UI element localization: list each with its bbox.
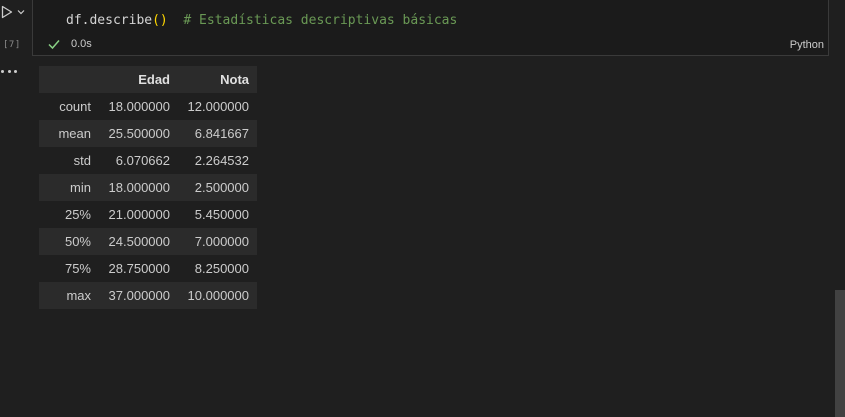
cell-edad: 18.000000 xyxy=(108,99,170,114)
execution-duration: 0.0s xyxy=(71,38,92,50)
table-row: mean 25.500000 6.841667 xyxy=(39,120,257,147)
row-index: 75% xyxy=(64,261,91,276)
cell-status: 0.0s xyxy=(47,37,92,51)
cell-nota: 2.264532 xyxy=(194,153,249,168)
more-icon-dot xyxy=(14,69,17,73)
cell-nota: 2.500000 xyxy=(194,180,249,195)
execution-count: [7] xyxy=(3,40,21,50)
cell-edad: 28.750000 xyxy=(108,261,170,276)
column-header-edad: Edad xyxy=(138,72,170,87)
row-index: 50% xyxy=(64,234,91,249)
column-header-nota: Nota xyxy=(220,72,249,87)
cell-nota: 12.000000 xyxy=(187,99,249,114)
row-index: 25% xyxy=(64,207,91,222)
code-close-paren: ) xyxy=(159,13,168,28)
cell-nota: 6.841667 xyxy=(194,126,249,141)
table-row: 50% 24.500000 7.000000 xyxy=(39,228,257,255)
cell-edad: 6.070662 xyxy=(115,153,170,168)
play-icon xyxy=(1,5,13,19)
code-editor-line[interactable]: df.describe() # Estadísticas descriptiva… xyxy=(66,13,457,28)
cell-edad: 18.000000 xyxy=(108,180,170,195)
more-icon-dot xyxy=(7,69,11,73)
cell-edad: 37.000000 xyxy=(108,288,170,303)
cell-nota: 7.000000 xyxy=(194,234,249,249)
chevron-down-icon xyxy=(17,10,25,15)
row-index: max xyxy=(66,288,91,303)
notebook-page: [7] df.describe() # Estadísticas descrip… xyxy=(0,0,845,417)
check-icon xyxy=(48,40,60,50)
cell-nota: 5.450000 xyxy=(194,207,249,222)
table-row: count 18.000000 12.000000 xyxy=(39,93,257,120)
output-more-button[interactable] xyxy=(1,66,17,76)
row-index: std xyxy=(73,153,91,168)
cell-edad: 24.500000 xyxy=(108,234,170,249)
cell-language-picker[interactable]: Python xyxy=(790,39,824,51)
run-cell-button[interactable] xyxy=(0,4,14,20)
index-header xyxy=(39,66,99,93)
code-cell[interactable]: df.describe() # Estadísticas descriptiva… xyxy=(32,0,829,56)
code-comment: # Estadísticas descriptivas básicas xyxy=(183,13,458,28)
row-index: min xyxy=(70,180,91,195)
table-row: max 37.000000 10.000000 xyxy=(39,282,257,309)
describe-table: Edad Nota count 18.000000 12.000000 mean… xyxy=(39,66,257,309)
table-row: std 6.070662 2.264532 xyxy=(39,147,257,174)
table-row: min 18.000000 2.500000 xyxy=(39,174,257,201)
row-index: count xyxy=(59,99,91,114)
table-row: 75% 28.750000 8.250000 xyxy=(39,255,257,282)
row-index: mean xyxy=(58,126,91,141)
cell-output: Edad Nota count 18.000000 12.000000 mean… xyxy=(39,66,257,309)
vertical-scrollbar[interactable] xyxy=(835,290,845,417)
cell-edad: 21.000000 xyxy=(108,207,170,222)
cell-edad: 25.500000 xyxy=(108,126,170,141)
run-options-button[interactable] xyxy=(16,5,26,17)
code-call: df.describe xyxy=(66,13,153,28)
code-open-paren: ( xyxy=(152,13,160,28)
cell-nota: 8.250000 xyxy=(194,261,249,276)
more-icon-dot xyxy=(1,69,4,73)
table-header-row: Edad Nota xyxy=(39,66,257,93)
table-row: 25% 21.000000 5.450000 xyxy=(39,201,257,228)
cell-nota: 10.000000 xyxy=(187,288,249,303)
